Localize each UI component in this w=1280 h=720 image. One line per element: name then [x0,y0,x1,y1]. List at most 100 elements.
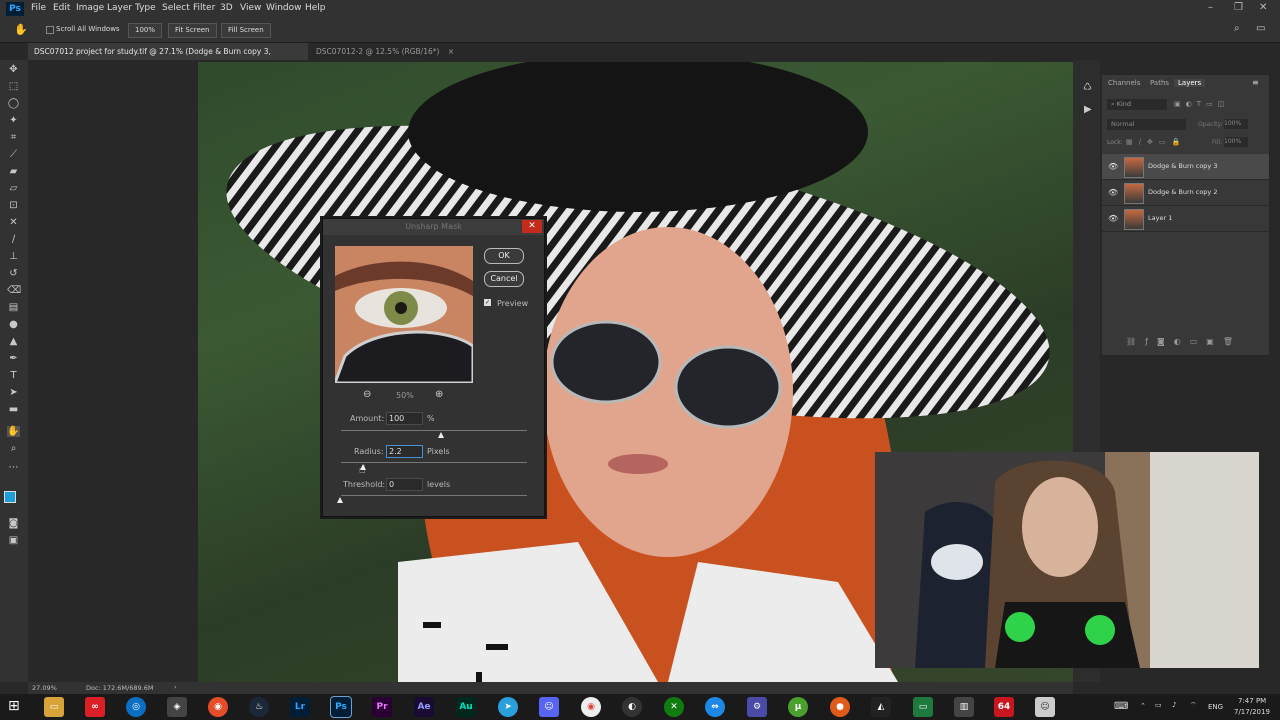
healing-brush-icon[interactable]: ▰ [7,166,20,177]
radius-slider-track[interactable] [341,462,527,463]
search-icon[interactable]: ⌕ [1234,23,1240,34]
pen-tool-icon[interactable]: ✒ [7,353,20,364]
blend-mode-select[interactable]: Normal [1107,119,1186,130]
tab-layers[interactable]: Layers [1174,79,1206,87]
lightroom-icon[interactable]: Lr [290,697,310,717]
premiere-icon[interactable]: Pr [372,697,392,717]
eyedropper-icon[interactable]: ⟋ [7,149,20,160]
fill-field[interactable]: 100% [1224,137,1248,147]
minimize-icon[interactable]: – [1208,2,1213,13]
visibility-eye-icon[interactable]: 👁 [1108,214,1118,223]
tab-channels[interactable]: Channels [1108,79,1140,87]
camtasia-icon[interactable]: ▭ [913,697,933,717]
visibility-eye-icon[interactable]: 👁 [1108,162,1118,171]
cancel-button[interactable]: Cancel [484,271,524,287]
menu-image[interactable]: Image [76,3,104,13]
zoom-100-button[interactable]: 100% [128,23,163,38]
menu-filter[interactable]: Filter [193,3,215,13]
origin-orange-icon[interactable]: ● [830,697,850,717]
dialog-close-icon[interactable]: ✕ [522,220,542,233]
menu-select[interactable]: Select [162,3,190,13]
gog-icon[interactable]: ◈ [167,697,187,717]
filter-icons[interactable]: ▣◐T▭◫ [1174,100,1229,108]
settings-gear-icon[interactable]: ⚙ [747,697,767,717]
stamp-tool-icon[interactable]: ⊥ [7,251,20,262]
menu-file[interactable]: File [31,3,46,13]
path-select-icon[interactable]: ➤ [7,387,20,398]
panel-menu-icon[interactable]: ≡ [1252,78,1259,87]
actions-play-icon[interactable]: ▶ [1084,104,1092,115]
network-icon[interactable]: ▭ [1155,701,1162,709]
screen-mode-icon[interactable]: ▣ [7,535,20,546]
history-brush-icon[interactable]: ↺ [7,268,20,279]
tab-close-icon[interactable]: × [448,47,454,56]
layer-row-selected[interactable]: 👁 Dodge & Burn copy 3 [1102,154,1269,180]
telegram-icon[interactable]: ➤ [498,697,518,717]
dodge-tool-icon[interactable]: ▲ [7,336,20,347]
amount-input[interactable]: 100 [386,412,423,425]
fit-screen-button[interactable]: Fit Screen [168,23,217,38]
menu-layer[interactable]: Layer [107,3,132,13]
clock-time[interactable]: 7:47 PM [1238,697,1266,705]
more-tools-icon[interactable]: ⋯ [7,462,20,473]
creative-cloud-icon[interactable]: ∞ [85,697,105,717]
hand-tool-icon[interactable]: ✋ [14,23,28,36]
lasso-tool-icon[interactable]: ◯ [7,98,20,109]
marquee-tool-icon[interactable]: ⬚ [7,81,20,92]
discord-icon[interactable]: ☺ [539,697,559,717]
brush-tool-icon[interactable]: ∕ [7,234,20,245]
close-icon[interactable]: ✕ [1259,2,1267,13]
obs-icon[interactable]: ◐ [622,697,642,717]
menu-view[interactable]: View [240,3,261,13]
gradient-tool-icon[interactable]: ▤ [7,302,20,313]
uplay-icon[interactable]: ◎ [126,697,146,717]
amount-slider-handle[interactable] [438,432,444,438]
avatar-app-icon[interactable]: ☺ [1035,697,1055,717]
kind-filter[interactable]: ⌕ Kind [1107,99,1167,110]
workspace-icon[interactable]: ▭ [1256,23,1265,34]
photoshop-taskbar-icon[interactable]: Ps [330,696,352,718]
amount-slider-track[interactable] [341,430,527,431]
visibility-eye-icon[interactable]: 👁 [1108,188,1118,197]
lock-icons[interactable]: ▦∕✥▭🔒 [1126,138,1186,146]
layer-actions-icons[interactable]: ⛓ƒ◙◐▭▣🗑 [1126,337,1242,346]
filter-preview[interactable] [335,246,473,383]
origin-icon[interactable]: ◉ [208,697,228,717]
keyboard-icon[interactable]: ⌨ [1114,701,1128,712]
restore-icon[interactable]: ❐ [1234,2,1243,13]
shape-tool-icon[interactable]: ▬ [7,404,20,415]
menu-3d[interactable]: 3D [220,3,233,13]
menu-type[interactable]: Type [135,3,156,13]
cross-tool-icon[interactable]: ✕ [7,217,20,228]
zoom-out-icon[interactable]: ⊖ [363,389,371,400]
teamviewer-icon[interactable]: ⇔ [705,697,725,717]
crop-tool-icon[interactable]: ⌗ [7,132,20,143]
chrome-icon[interactable]: ◉ [581,697,601,717]
file-explorer-icon[interactable]: ▭ [44,697,64,717]
history-icon[interactable]: ♺ [1083,82,1092,93]
quick-mask-icon[interactable]: ◙ [7,518,20,529]
layer-row[interactable]: 👁 Layer 1 [1102,206,1269,232]
after-effects-icon[interactable]: Ae [414,697,434,717]
tray-chevron-icon[interactable]: ⌃ [1140,702,1146,710]
threshold-slider-handle[interactable] [337,497,343,503]
zoom-in-icon[interactable]: ⊕ [435,389,443,400]
frame-tool-icon[interactable]: ⊡ [7,200,20,211]
status-zoom[interactable]: 27.09% [32,684,57,692]
zoom-tool-icon[interactable]: ⌕ [7,443,20,454]
scroll-all-checkbox[interactable] [46,26,54,34]
language-indicator[interactable]: ENG [1208,703,1223,711]
wifi-icon[interactable]: ⌔ [1190,701,1197,710]
preview-checkbox[interactable]: ✓ [484,299,491,306]
volume-icon[interactable]: ♪ [1172,701,1176,709]
menu-edit[interactable]: Edit [53,3,70,13]
menu-help[interactable]: Help [305,3,326,13]
fill-screen-button[interactable]: Fill Screen [221,23,271,38]
app-icon[interactable]: ▥ [954,697,974,717]
eraser-tool-icon[interactable]: ⌫ [7,285,21,296]
foreground-color-swatch[interactable] [4,491,16,503]
audition-icon[interactable]: Au [456,697,476,717]
type-tool-icon[interactable]: T [7,370,20,381]
utorrent-icon[interactable]: µ [788,697,808,717]
xbox-icon[interactable]: ✕ [664,697,684,717]
